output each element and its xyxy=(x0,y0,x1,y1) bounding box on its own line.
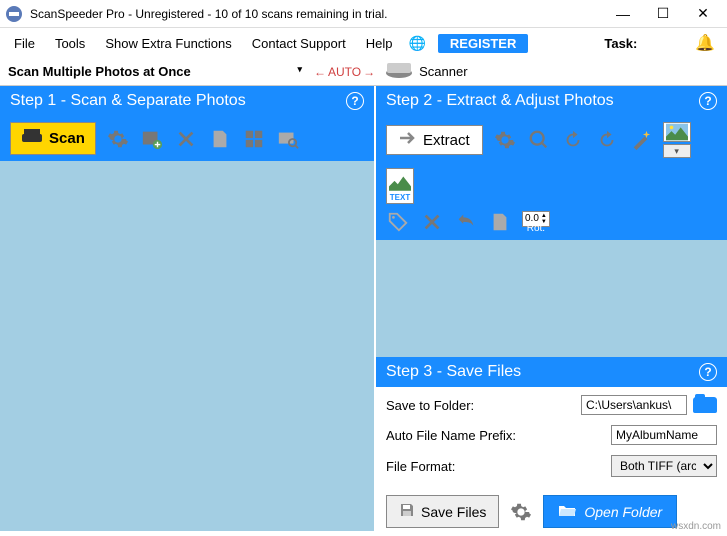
save-files-button[interactable]: Save Files xyxy=(386,495,499,528)
step3-title: Step 3 - Save Files xyxy=(386,363,521,381)
window-title: ScanSpeeder Pro - Unregistered - 10 of 1… xyxy=(30,7,603,21)
title-bar: ScanSpeeder Pro - Unregistered - 10 of 1… xyxy=(0,0,727,28)
menu-file[interactable]: File xyxy=(4,32,45,55)
globe-icon[interactable]: 🌐 xyxy=(402,35,431,52)
prefix-label: Auto File Name Prefix: xyxy=(386,428,516,443)
task-label: Task: xyxy=(604,36,637,51)
step1-header: Step 1 - Scan & Separate Photos ? xyxy=(0,86,374,116)
step3-actions: Save Files Open Folder xyxy=(386,495,717,528)
step2-title: Step 2 - Extract & Adjust Photos xyxy=(386,92,614,110)
scan-button[interactable]: Scan xyxy=(10,122,96,155)
tag-icon[interactable] xyxy=(386,210,410,234)
arrow-left-icon: ← xyxy=(314,65,326,79)
gear3-icon[interactable] xyxy=(509,500,533,524)
maximize-button[interactable]: ☐ xyxy=(643,0,683,28)
bell-icon[interactable]: 🔔 xyxy=(695,33,715,53)
delete-icon[interactable] xyxy=(174,127,198,151)
step3-header: Step 3 - Save Files ? xyxy=(376,357,727,387)
format-select[interactable]: Both TIFF (archival xyxy=(611,455,717,477)
page-icon[interactable] xyxy=(208,127,232,151)
step2-header: Step 2 - Extract & Adjust Photos ? xyxy=(376,86,727,116)
step1-canvas[interactable] xyxy=(0,161,374,531)
left-panel: Step 1 - Scan & Separate Photos ? Scan xyxy=(0,86,374,536)
step2-toolbar-row2: 0.0 ▲▼ Rot. xyxy=(376,210,727,240)
extract-button[interactable]: Extract xyxy=(386,125,483,155)
step3-panel: Step 3 - Save Files ? Save to Folder: Au… xyxy=(376,357,727,536)
step3-body: Save to Folder: Auto File Name Prefix: F… xyxy=(376,387,727,536)
save-folder-row: Save to Folder: xyxy=(386,395,717,415)
thumbnail-dropdown-icon[interactable]: ▾ xyxy=(663,144,691,158)
wand-icon[interactable] xyxy=(629,128,653,152)
menu-bar: File Tools Show Extra Functions Contact … xyxy=(0,28,727,58)
prefix-row: Auto File Name Prefix: xyxy=(386,425,717,445)
menu-contact-support[interactable]: Contact Support xyxy=(242,32,356,55)
text-mode-icon[interactable]: TEXT xyxy=(386,168,414,204)
watermark-text: wsxdn.com xyxy=(671,521,721,532)
register-button[interactable]: REGISTER xyxy=(438,34,528,53)
step2-help-icon[interactable]: ? xyxy=(699,92,717,110)
auto-button[interactable]: ← AUTO → xyxy=(314,65,375,79)
scan-mode-dropdown[interactable]: Scan Multiple Photos at Once xyxy=(8,64,308,79)
menu-help[interactable]: Help xyxy=(356,32,403,55)
magnify-icon[interactable] xyxy=(276,127,300,151)
page2-icon[interactable] xyxy=(488,210,512,234)
sub-toolbar: Scan Multiple Photos at Once ← AUTO → Sc… xyxy=(0,58,727,86)
gear2-icon[interactable] xyxy=(493,128,517,152)
close-button[interactable]: ✕ xyxy=(683,0,723,28)
arrow-right-icon: → xyxy=(363,65,375,79)
delete2-icon[interactable] xyxy=(420,210,444,234)
grid-icon[interactable] xyxy=(242,127,266,151)
app-logo-icon xyxy=(4,4,24,24)
undo-icon[interactable] xyxy=(454,210,478,234)
rotate-right-icon[interactable] xyxy=(595,128,619,152)
format-row: File Format: Both TIFF (archival xyxy=(386,455,717,477)
right-panel: Step 2 - Extract & Adjust Photos ? Extra… xyxy=(374,86,727,536)
minimize-button[interactable]: ― xyxy=(603,0,643,28)
zoom-icon[interactable] xyxy=(527,128,551,152)
format-label: File Format: xyxy=(386,459,455,474)
arrow-right-icon xyxy=(399,131,417,149)
menu-show-extra[interactable]: Show Extra Functions xyxy=(95,32,241,55)
browse-folder-icon[interactable] xyxy=(693,397,717,413)
rot-label: Rot. xyxy=(522,223,550,234)
step1-help-icon[interactable]: ? xyxy=(346,92,364,110)
step1-title: Step 1 - Scan & Separate Photos xyxy=(10,92,246,110)
open-folder-icon xyxy=(558,503,576,520)
step2-toolbar-row1: Extract ▾ TEXT xyxy=(376,116,727,210)
scanner-button[interactable]: Scanner xyxy=(381,59,471,84)
step2-canvas[interactable] xyxy=(376,240,727,357)
save-folder-input[interactable] xyxy=(581,395,687,415)
menu-tools[interactable]: Tools xyxy=(45,32,95,55)
gear-icon[interactable] xyxy=(106,127,130,151)
add-image-icon[interactable] xyxy=(140,127,164,151)
step3-help-icon[interactable]: ? xyxy=(699,363,717,381)
main-area: Step 1 - Scan & Separate Photos ? Scan S… xyxy=(0,86,727,536)
scanner-small-icon xyxy=(21,128,43,149)
rotate-left-icon[interactable] xyxy=(561,128,585,152)
step1-toolbar: Scan xyxy=(0,116,374,161)
prefix-input[interactable] xyxy=(611,425,717,445)
scan-mode-value: Scan Multiple Photos at Once xyxy=(8,64,191,79)
scanner-icon xyxy=(385,61,413,82)
save-icon xyxy=(399,502,415,521)
thumbnail-image-icon[interactable] xyxy=(663,122,691,142)
save-folder-label: Save to Folder: xyxy=(386,398,474,413)
open-folder-button[interactable]: Open Folder xyxy=(543,495,677,528)
